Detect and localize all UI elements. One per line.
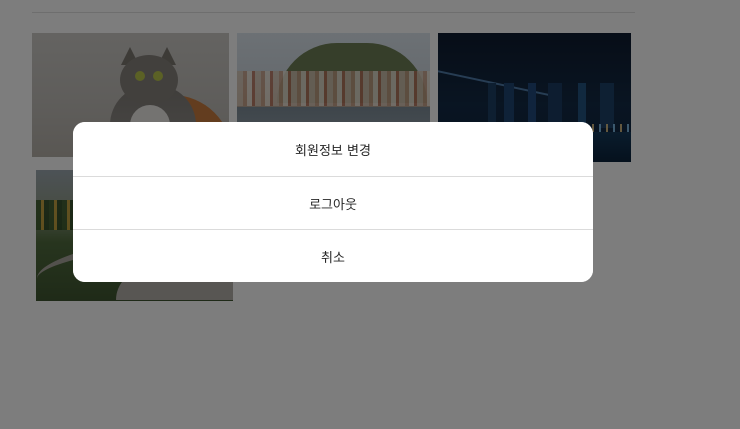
cancel-button[interactable]: 취소 xyxy=(73,229,593,282)
logout-button[interactable]: 로그아웃 xyxy=(73,176,593,229)
edit-profile-button[interactable]: 회원정보 변경 xyxy=(73,122,593,176)
account-options-dialog: 회원정보 변경 로그아웃 취소 xyxy=(73,122,593,282)
